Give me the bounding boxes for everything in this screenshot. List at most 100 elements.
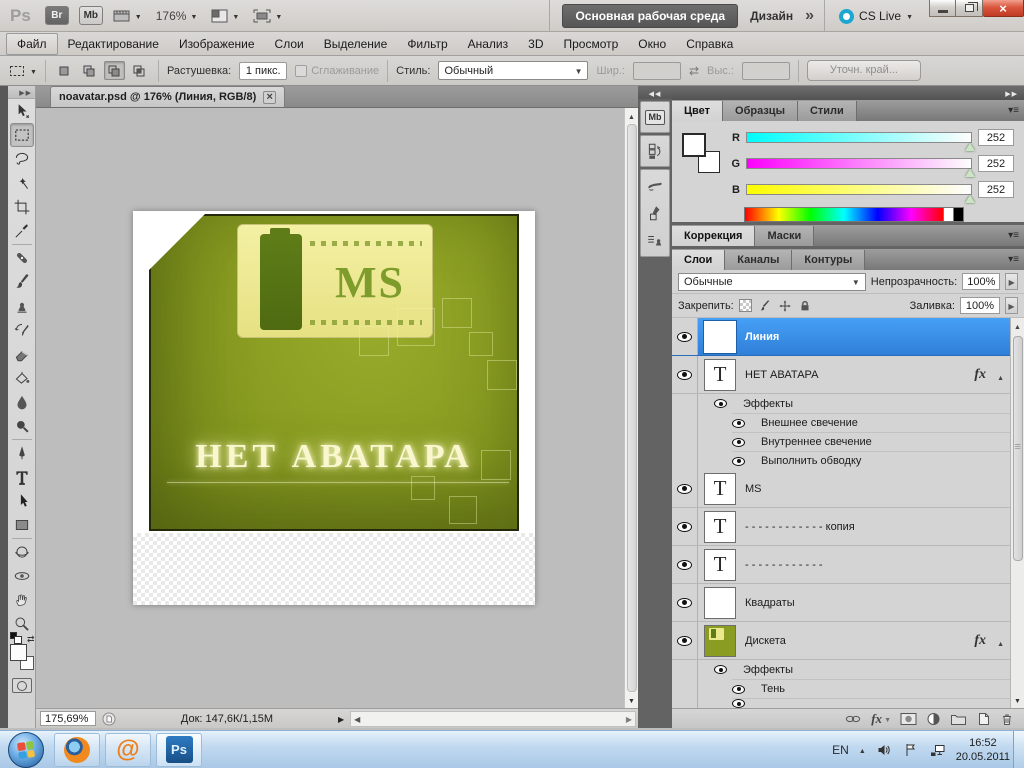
visibility-toggle[interactable] [672, 622, 698, 659]
taskbar-mail-agent-button[interactable]: @ [105, 733, 151, 767]
workspace-overflow-icon[interactable] [805, 7, 814, 25]
menu-image[interactable]: Изображение [169, 34, 265, 54]
blur-tool[interactable] [10, 390, 34, 414]
horizontal-scrollbar[interactable] [350, 711, 636, 727]
lock-transparency-icon[interactable] [739, 299, 752, 312]
layer-name[interactable]: MS [745, 483, 762, 495]
crop-tool[interactable] [10, 195, 34, 219]
volume-icon[interactable] [876, 742, 893, 758]
swap-dimensions-icon[interactable] [689, 64, 699, 78]
panel-menu-icon[interactable] [1008, 253, 1019, 265]
hand-tool[interactable] [10, 588, 34, 612]
layer-thumbnail[interactable]: T [704, 473, 736, 505]
zoom-level-control[interactable]: 176% [156, 9, 198, 23]
selection-mode-add-button[interactable] [79, 61, 100, 80]
default-colors-icon[interactable] [10, 632, 17, 639]
history-brush-tool[interactable] [10, 318, 34, 342]
layer-name[interactable]: Квадраты [745, 597, 795, 609]
refine-edge-button[interactable]: Уточн. край... [807, 60, 921, 81]
layer-name[interactable]: НЕТ АВАТАРА [745, 369, 818, 381]
cs-live-button[interactable]: CS Live [824, 0, 923, 32]
layer-name[interactable]: Дискета [745, 635, 786, 647]
arrange-documents-button[interactable] [211, 9, 239, 23]
tab-masks[interactable]: Маски [755, 226, 814, 246]
effect-row-shadow[interactable]: Тень [672, 679, 1010, 698]
paint-bucket-tool[interactable] [10, 366, 34, 390]
opacity-input[interactable]: 100% [962, 273, 1000, 290]
blend-mode-select[interactable]: Обычные [678, 273, 866, 291]
eye-icon[interactable] [732, 457, 745, 466]
quick-mask-button[interactable] [12, 678, 32, 693]
effect-row-outer-glow[interactable]: Внешнее свечение [672, 413, 1010, 432]
menu-edit[interactable]: Редактирование [58, 34, 169, 54]
rectangular-marquee-tool[interactable] [10, 123, 34, 147]
layer-thumbnail[interactable] [704, 321, 736, 353]
move-tool[interactable] [10, 99, 34, 123]
tab-channels[interactable]: Каналы [725, 250, 792, 270]
layer-row-dashes-copy[interactable]: T - - - - - - - - - - - - копия [672, 508, 1010, 546]
mini-bridge-panel-button[interactable]: Mb [642, 104, 668, 130]
tab-adjustments[interactable]: Коррекция [672, 226, 755, 246]
network-icon[interactable] [929, 742, 946, 758]
view-extras-button[interactable] [113, 9, 142, 23]
effect-row-clipped[interactable] [672, 698, 1010, 708]
collapse-effects-icon[interactable] [997, 371, 1004, 383]
fx-badge[interactable]: fx [974, 367, 986, 383]
scrollbar-thumb[interactable] [627, 124, 637, 692]
menu-select[interactable]: Выделение [314, 34, 398, 54]
antialias-checkbox[interactable] [295, 65, 307, 77]
layer-style-icon[interactable]: fx [871, 711, 882, 727]
red-slider[interactable] [746, 132, 972, 143]
type-tool[interactable] [10, 465, 34, 489]
status-zoom-input[interactable]: 175,69% [40, 711, 96, 726]
new-layer-icon[interactable] [976, 712, 991, 726]
restore-button[interactable] [956, 0, 983, 17]
selection-mode-new-button[interactable] [54, 61, 75, 80]
eraser-tool[interactable] [10, 342, 34, 366]
collapse-effects-icon[interactable] [997, 637, 1004, 649]
scroll-left-icon[interactable] [354, 713, 360, 725]
tool-presets-panel-button[interactable] [642, 200, 668, 226]
layer-name[interactable]: Линия [745, 331, 779, 343]
layer-thumbnail[interactable]: T [704, 511, 736, 543]
taskbar-photoshop-button[interactable]: Ps [156, 733, 202, 767]
opacity-slider-button[interactable] [1005, 273, 1018, 290]
scroll-up-icon[interactable] [1014, 320, 1021, 332]
lock-all-icon[interactable] [798, 299, 812, 313]
layer-row-ms[interactable]: T MS [672, 470, 1010, 508]
height-input[interactable] [742, 62, 790, 80]
foreground-background-colors[interactable] [10, 638, 34, 670]
green-value-input[interactable]: 252 [978, 155, 1014, 172]
slider-handle[interactable] [965, 195, 975, 203]
layer-name[interactable]: - - - - - - - - - - - - [745, 559, 823, 571]
dodge-tool[interactable] [10, 414, 34, 438]
color-spectrum-ramp[interactable] [744, 207, 964, 222]
fx-badge[interactable]: fx [974, 633, 986, 649]
selection-mode-subtract-button[interactable] [104, 61, 125, 80]
red-value-input[interactable]: 252 [978, 129, 1014, 146]
close-button[interactable] [983, 0, 1024, 17]
menu-file[interactable]: Файл [6, 33, 58, 55]
lock-pixels-icon[interactable] [758, 299, 772, 313]
eye-icon[interactable] [732, 699, 745, 708]
spectrum-bar[interactable] [744, 207, 944, 222]
scrollbar-thumb[interactable] [1013, 336, 1023, 561]
style-select[interactable]: Обычный [438, 61, 588, 80]
tab-layers[interactable]: Слои [672, 250, 725, 270]
visibility-toggle[interactable] [672, 584, 698, 621]
link-layers-icon[interactable] [844, 712, 862, 726]
visibility-toggle[interactable] [672, 508, 698, 545]
visibility-toggle[interactable] [672, 318, 698, 355]
tab-color[interactable]: Цвет [672, 101, 723, 121]
eye-icon[interactable] [714, 665, 727, 674]
visibility-toggle[interactable] [672, 546, 698, 583]
color-foreground-swatch[interactable] [682, 133, 706, 157]
layer-row-net-avatara[interactable]: T НЕТ АВАТАРА fx [672, 356, 1010, 394]
close-tab-button[interactable] [263, 91, 276, 104]
language-indicator[interactable]: EN [832, 743, 849, 757]
screen-mode-button[interactable] [253, 9, 282, 23]
menu-analysis[interactable]: Анализ [458, 34, 519, 54]
lock-position-icon[interactable] [778, 299, 792, 313]
show-hidden-icons-button[interactable] [859, 744, 866, 756]
pen-tool[interactable] [10, 441, 34, 465]
